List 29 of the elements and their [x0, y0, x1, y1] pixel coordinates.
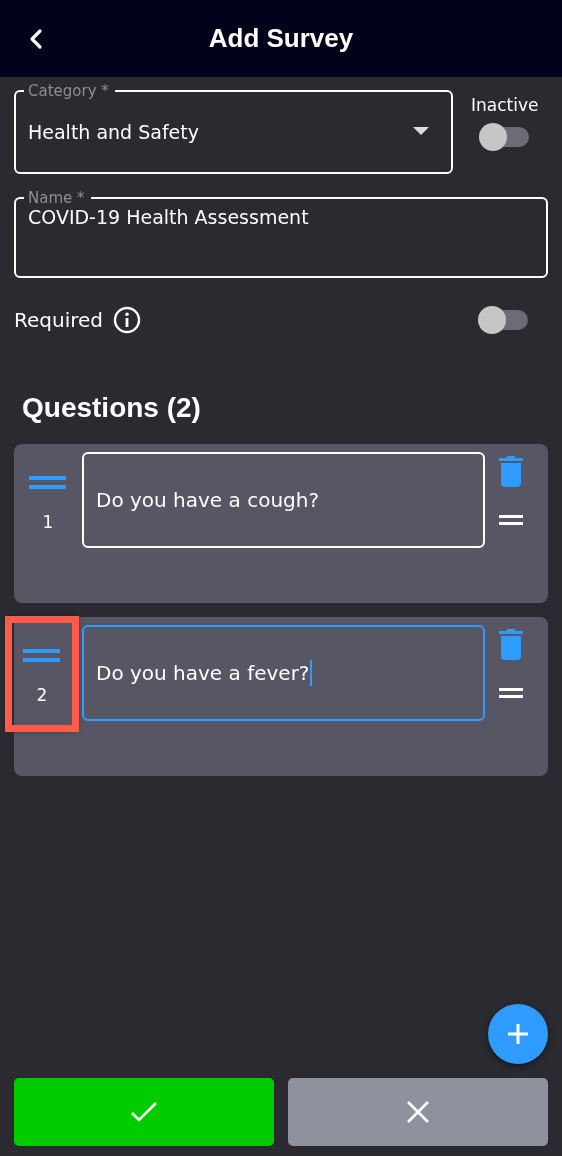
question-number: 2: [36, 685, 48, 705]
reorder-icon[interactable]: [498, 515, 523, 525]
add-question-button[interactable]: [488, 1004, 548, 1064]
drag-handle[interactable]: 2: [8, 619, 76, 729]
drag-lines-icon: [29, 476, 67, 490]
info-icon[interactable]: [113, 306, 141, 334]
close-icon: [407, 1101, 429, 1123]
checkmark-icon: [131, 1102, 157, 1122]
field-label: Name *: [27, 190, 86, 206]
required-label: Required: [14, 308, 103, 332]
reorder-icon[interactable]: [498, 688, 523, 698]
field-value: Health and Safety: [28, 120, 199, 143]
trash-icon[interactable]: [498, 629, 523, 660]
screen-title: Add Survey: [208, 23, 354, 54]
question-input[interactable]: Do you have a cough?: [82, 452, 485, 548]
back-button[interactable]: [28, 28, 44, 50]
field-label: Category *: [27, 83, 110, 99]
question-number: 1: [42, 512, 54, 532]
questions-heading: Questions (2): [22, 392, 202, 424]
category-dropdown[interactable]: Category * Health and Safety: [14, 83, 453, 174]
name-field[interactable]: Name * COVID-19 Health Assessment: [14, 190, 548, 278]
inactive-label: Inactive: [471, 95, 539, 115]
question-input[interactable]: Do you have a fever?: [82, 625, 485, 721]
drag-lines-icon: [23, 649, 61, 663]
plus-icon: [508, 1024, 528, 1044]
trash-icon[interactable]: [498, 456, 523, 487]
drag-handle[interactable]: 1: [14, 452, 82, 548]
dropdown-caret-icon: [413, 127, 429, 136]
field-value: COVID-19 Health Assessment: [28, 206, 309, 228]
